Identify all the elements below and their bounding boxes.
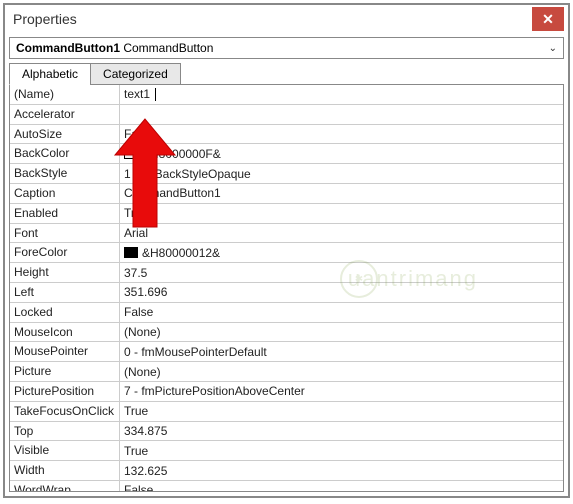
property-value[interactable]: True: [120, 441, 563, 460]
color-swatch-icon: [124, 247, 138, 258]
property-value[interactable]: False: [120, 481, 563, 492]
property-name: AutoSize: [10, 125, 120, 144]
property-value[interactable]: True: [120, 402, 563, 421]
property-value-text: True: [124, 404, 148, 418]
property-row[interactable]: PicturePosition 7 - fmPicturePositionAbov…: [10, 382, 563, 402]
property-value-text: &H8000000F&: [142, 147, 221, 161]
property-name: Left: [10, 283, 120, 302]
property-value-text: 132.625: [124, 464, 167, 478]
property-value[interactable]: (None): [120, 362, 563, 381]
property-value-text: True: [124, 206, 148, 220]
close-icon: ✕: [542, 11, 554, 28]
property-row[interactable]: Visible True: [10, 441, 563, 461]
property-name: MousePointer: [10, 342, 120, 361]
property-value-text: (None): [124, 325, 161, 339]
selected-object-type: CommandButton: [123, 41, 213, 55]
property-value-text: False: [124, 127, 153, 141]
property-value-text: 7 - fmPicturePositionAboveCenter: [124, 384, 305, 398]
property-row[interactable]: Height 37.5: [10, 263, 563, 283]
property-value-text: &H80000012&: [142, 246, 220, 260]
window-title: Properties: [13, 11, 532, 27]
property-name: WordWrap: [10, 481, 120, 492]
property-row[interactable]: (Name) text1: [10, 85, 563, 105]
property-value[interactable]: 334.875: [120, 422, 563, 441]
property-row[interactable]: Picture (None): [10, 362, 563, 382]
property-value[interactable]: &H8000000F&: [120, 144, 563, 163]
property-row[interactable]: TakeFocusOnClick True: [10, 402, 563, 422]
property-name: Height: [10, 263, 120, 282]
selected-object-name: CommandButton1: [16, 41, 120, 55]
property-value-text: False: [124, 483, 153, 492]
property-row[interactable]: BackColor&H8000000F&: [10, 144, 563, 164]
property-row[interactable]: ForeColor&H80000012&: [10, 243, 563, 263]
property-name: ForeColor: [10, 243, 120, 262]
property-value[interactable]: 1 - fmBackStyleOpaque: [120, 164, 563, 183]
property-value-text: Arial: [124, 226, 148, 240]
property-name: BackStyle: [10, 164, 120, 183]
property-row[interactable]: MouseIcon (None): [10, 323, 563, 343]
property-value[interactable]: 0 - fmMousePointerDefault: [120, 342, 563, 361]
property-value[interactable]: Arial: [120, 224, 563, 243]
property-name: TakeFocusOnClick: [10, 402, 120, 421]
chevron-down-icon: ⌄: [549, 43, 557, 54]
watermark-text: uantrimang: [348, 266, 478, 292]
property-row[interactable]: Accelerator: [10, 105, 563, 125]
tab-label: Categorized: [103, 67, 168, 81]
property-row[interactable]: Locked False: [10, 303, 563, 323]
property-name: Accelerator: [10, 105, 120, 124]
titlebar: Properties ✕: [5, 5, 568, 33]
property-value-text: 37.5: [124, 266, 147, 280]
tab-categorized[interactable]: Categorized: [90, 63, 181, 85]
property-row[interactable]: WordWrap False: [10, 481, 563, 492]
property-value[interactable]: 132.625: [120, 461, 563, 480]
property-value-text: text1: [124, 87, 150, 101]
property-name: Visible: [10, 441, 120, 460]
properties-grid: (Name) text1 AcceleratorAutoSize False BackC…: [9, 84, 564, 492]
property-value[interactable]: True: [120, 204, 563, 223]
property-row[interactable]: Caption CommandButton1: [10, 184, 563, 204]
property-value[interactable]: 7 - fmPicturePositionAboveCenter: [120, 382, 563, 401]
tab-alphabetic[interactable]: Alphabetic: [9, 63, 90, 85]
color-swatch-icon: [124, 148, 138, 159]
property-value[interactable]: False: [120, 125, 563, 144]
property-name: Font: [10, 224, 120, 243]
property-value-text: 0 - fmMousePointerDefault: [124, 345, 267, 359]
text-cursor-icon: [155, 88, 156, 101]
property-value[interactable]: (None): [120, 323, 563, 342]
watermark: ✱ uantrimang: [340, 260, 478, 298]
property-name: PicturePosition: [10, 382, 120, 401]
property-name: BackColor: [10, 144, 120, 163]
property-name: Enabled: [10, 204, 120, 223]
close-button[interactable]: ✕: [532, 7, 564, 31]
property-value-text: 351.696: [124, 285, 167, 299]
property-row[interactable]: Font Arial: [10, 224, 563, 244]
tab-label: Alphabetic: [22, 67, 78, 81]
property-name: MouseIcon: [10, 323, 120, 342]
property-row[interactable]: MousePointer 0 - fmMousePointerDefault: [10, 342, 563, 362]
property-name: (Name): [10, 85, 120, 104]
property-name: Picture: [10, 362, 120, 381]
property-row[interactable]: Top 334.875: [10, 422, 563, 442]
property-value[interactable]: text1: [120, 85, 563, 104]
property-value[interactable]: CommandButton1: [120, 184, 563, 203]
property-value-text: False: [124, 305, 153, 319]
property-name: Caption: [10, 184, 120, 203]
property-value[interactable]: [120, 105, 563, 124]
property-row[interactable]: AutoSize False: [10, 125, 563, 145]
property-value[interactable]: False: [120, 303, 563, 322]
property-row[interactable]: Width 132.625: [10, 461, 563, 481]
property-value-text: 334.875: [124, 424, 167, 438]
tabs: Alphabetic Categorized: [9, 63, 564, 85]
property-value-text: True: [124, 444, 148, 458]
property-value-text: CommandButton1: [124, 186, 221, 200]
property-row[interactable]: Enabled True: [10, 204, 563, 224]
object-selector[interactable]: CommandButton1 CommandButton ⌄: [9, 37, 564, 59]
property-name: Top: [10, 422, 120, 441]
property-value-text: 1 - fmBackStyleOpaque: [124, 167, 251, 181]
property-name: Width: [10, 461, 120, 480]
property-row[interactable]: Left 351.696: [10, 283, 563, 303]
property-value-text: (None): [124, 365, 161, 379]
property-name: Locked: [10, 303, 120, 322]
property-row[interactable]: BackStyle 1 - fmBackStyleOpaque: [10, 164, 563, 184]
